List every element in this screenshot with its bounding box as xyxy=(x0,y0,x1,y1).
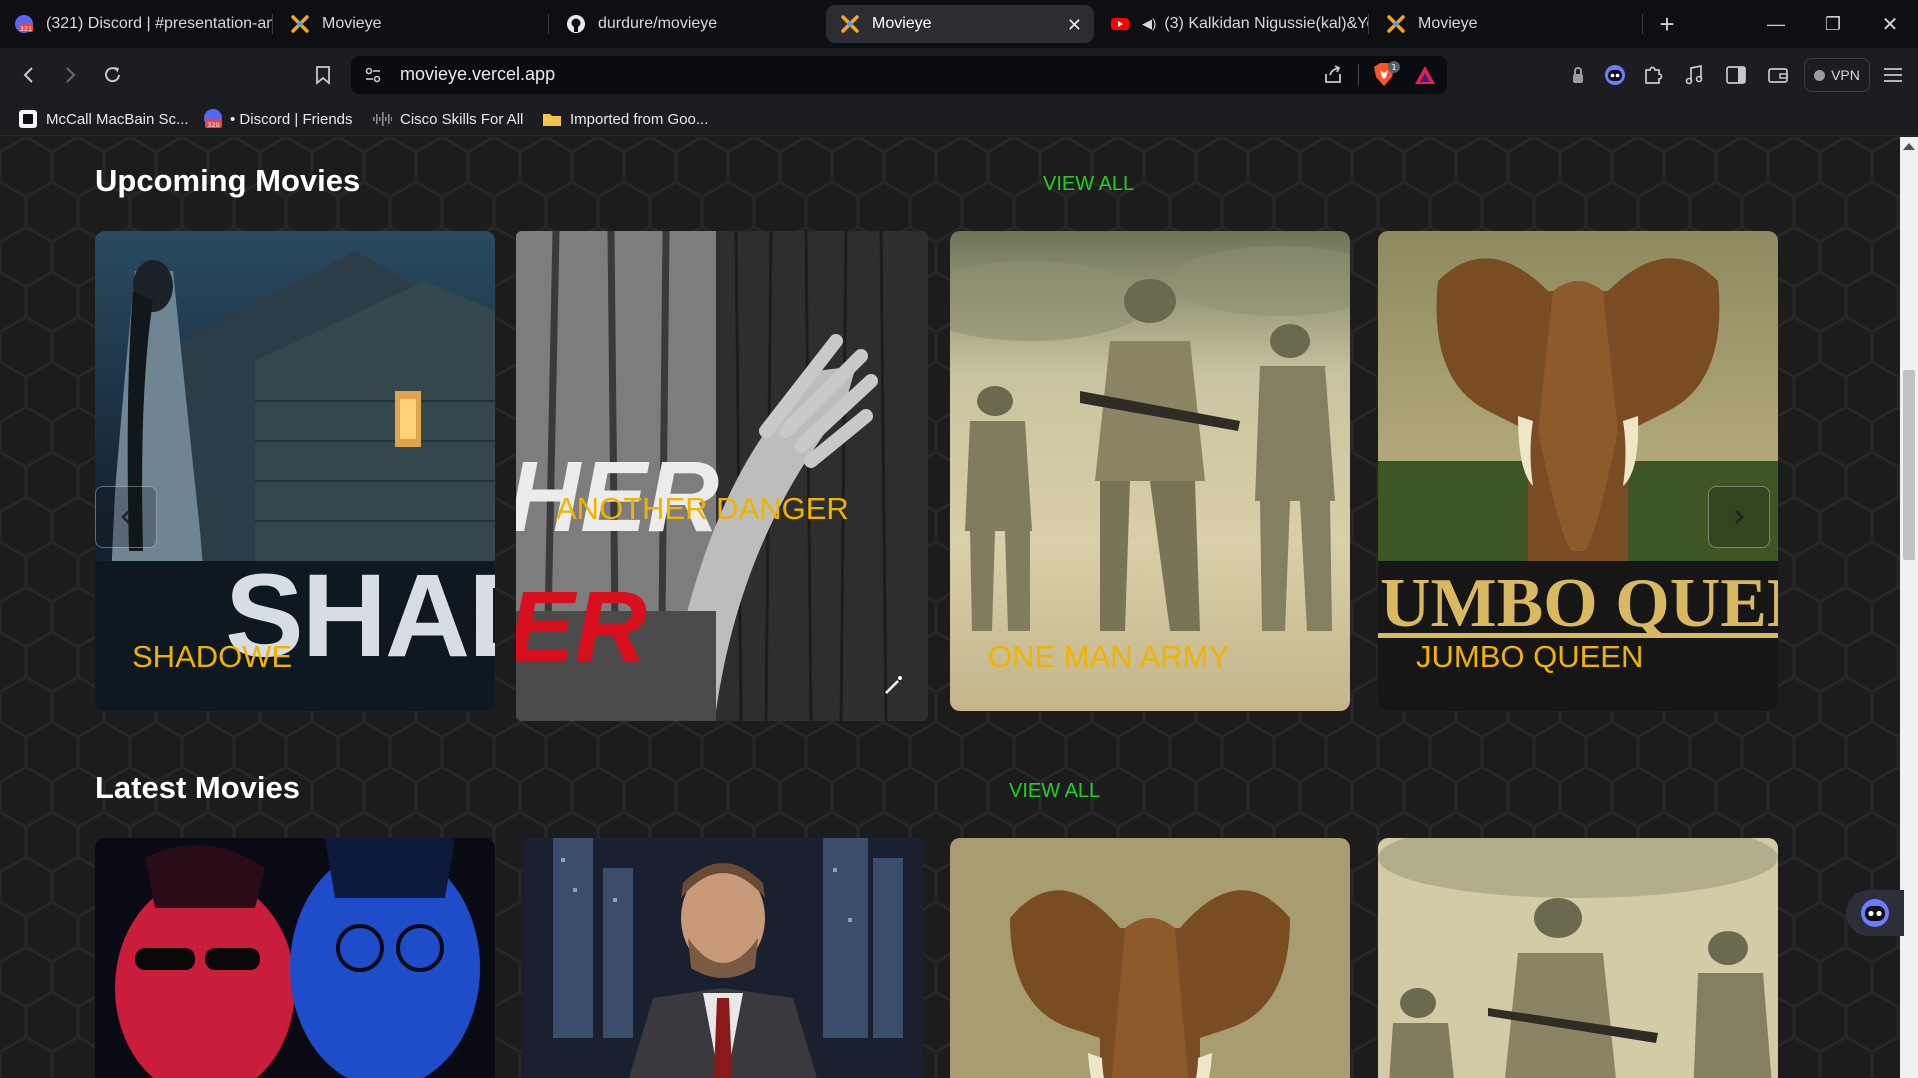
vpn-button[interactable]: VPN xyxy=(1804,58,1870,92)
movie-title-jumbo-queen: JUMBO QUEEN xyxy=(1416,639,1644,674)
upcoming-view-all-link[interactable]: VIEW ALL xyxy=(1043,173,1134,196)
browser-window: 321 (321) Discord | #presentation-an Mov… xyxy=(0,0,1918,1078)
svg-text:1: 1 xyxy=(1391,63,1396,72)
svg-text:320: 320 xyxy=(207,121,219,129)
share-icon[interactable] xyxy=(1318,60,1348,90)
discord-icon: 321 xyxy=(14,14,34,34)
svg-text:321: 321 xyxy=(20,25,32,33)
minimize-button[interactable]: — xyxy=(1756,10,1796,38)
extension-lock-icon[interactable] xyxy=(1563,60,1593,90)
bookmark-cisco[interactable]: Cisco Skills For All xyxy=(372,106,523,132)
floating-assistant-button[interactable] xyxy=(1846,890,1904,936)
latest-movie-card-3[interactable] xyxy=(950,838,1350,1078)
chevron-left-icon xyxy=(121,510,130,524)
site-info-icon[interactable] xyxy=(358,60,388,90)
folder-icon xyxy=(542,109,562,129)
page-content: Upcoming Movies VIEW ALL SHADO xyxy=(0,137,1900,1078)
poster-soldiers xyxy=(1378,838,1778,1078)
chevron-right-icon xyxy=(1735,510,1744,524)
tab-youtube[interactable]: ◀) (3) Kalkidan Nigussie(kal)&Yo xyxy=(1096,5,1368,43)
discord-icon: 320 xyxy=(202,109,222,129)
cisco-icon xyxy=(372,109,392,129)
square-icon xyxy=(18,109,38,129)
poster-businessman xyxy=(523,838,923,1078)
bookmark-mccall[interactable]: McCall MacBain Sc... xyxy=(18,106,189,132)
movieye-icon xyxy=(1386,14,1406,34)
poster-neon-duo xyxy=(95,838,495,1078)
bookmark-imported-folder[interactable]: Imported from Goo... xyxy=(542,106,708,132)
github-icon xyxy=(566,14,586,34)
latest-movies-title: Latest Movies xyxy=(95,770,301,805)
assistant-bot-icon xyxy=(1861,899,1889,927)
close-tab-icon[interactable]: ✕ xyxy=(1067,15,1082,36)
tab-movieye-1[interactable]: Movieye xyxy=(276,5,548,43)
wallet-icon[interactable] xyxy=(1763,60,1793,90)
brave-rewards-icon[interactable] xyxy=(1410,60,1440,90)
reload-icon[interactable] xyxy=(98,60,128,90)
latest-movie-card-2[interactable] xyxy=(523,838,923,1078)
tab-github[interactable]: durdure/movieye xyxy=(552,5,824,43)
movie-card-jumbo-queen[interactable]: UMBO QUEEN JUMBO QUEEN xyxy=(1378,231,1778,711)
sidebar-toggle-icon[interactable] xyxy=(1721,60,1751,90)
bookmark-discord[interactable]: 320 • Discord | Friends xyxy=(202,106,353,132)
speaker-icon[interactable]: ◀) xyxy=(1142,16,1156,32)
latest-movie-card-1[interactable] xyxy=(95,838,495,1078)
extensions-puzzle-icon[interactable] xyxy=(1638,60,1668,90)
forward-icon[interactable] xyxy=(55,60,85,90)
movieye-icon xyxy=(290,14,310,34)
latest-movie-card-4[interactable] xyxy=(1378,838,1778,1078)
movie-title-shadowe: SHADOWE xyxy=(132,639,293,674)
brave-shields-icon[interactable]: 1 xyxy=(1370,60,1400,90)
page-scrollbar[interactable] xyxy=(1900,137,1918,1078)
bookmark-icon[interactable] xyxy=(308,60,338,90)
scrollbar-thumb[interactable] xyxy=(1903,370,1915,560)
vpn-status-icon xyxy=(1814,69,1826,81)
upcoming-movies-title: Upcoming Movies xyxy=(95,163,361,198)
scroll-up-arrow-icon[interactable] xyxy=(1903,143,1915,150)
tab-movieye-3[interactable]: Movieye xyxy=(1372,5,1644,43)
movieye-icon xyxy=(840,14,860,34)
tab-discord[interactable]: 321 (321) Discord | #presentation-an xyxy=(0,5,272,43)
back-icon[interactable] xyxy=(14,60,44,90)
extension-bot-icon[interactable] xyxy=(1600,60,1630,90)
carousel-prev-button[interactable] xyxy=(95,486,157,548)
movie-title-one-man-army: ONE MAN ARMY xyxy=(988,639,1230,674)
movie-card-another-danger[interactable]: HER ER ANOTHER DANGER xyxy=(516,231,928,721)
latest-view-all-link[interactable]: VIEW ALL xyxy=(1009,780,1100,803)
menu-icon[interactable] xyxy=(1878,60,1908,90)
poster-elephant xyxy=(950,838,1350,1078)
music-icon[interactable] xyxy=(1679,60,1709,90)
url-text[interactable]: movieye.vercel.app xyxy=(400,64,555,85)
poster-another-danger: HER ER xyxy=(516,231,928,721)
restore-button[interactable]: ❐ xyxy=(1813,10,1853,38)
youtube-icon xyxy=(1110,14,1130,34)
new-tab-button[interactable]: + xyxy=(1647,9,1687,39)
movie-card-one-man-army[interactable]: ONE MAN ARMY xyxy=(950,231,1350,711)
movie-title-another-danger: ANOTHER DANGER xyxy=(556,491,849,526)
close-window-button[interactable]: ✕ xyxy=(1870,10,1910,38)
carousel-next-button[interactable] xyxy=(1708,486,1770,548)
tab-movieye-active[interactable]: Movieye ✕ xyxy=(826,5,1094,43)
svg-text:UMBO QUEEN: UMBO QUEEN xyxy=(1380,565,1778,642)
svg-text:ER: ER xyxy=(516,571,647,683)
movie-card-shadowe[interactable]: SHADO SHADOWE xyxy=(95,231,495,711)
